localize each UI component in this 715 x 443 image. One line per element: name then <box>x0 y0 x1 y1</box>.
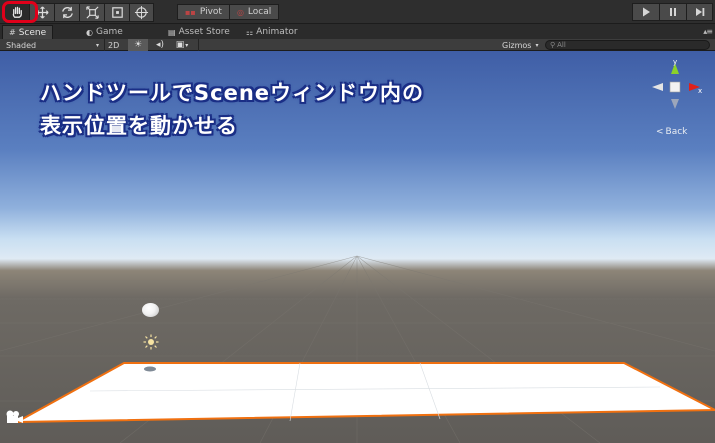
rotate-icon <box>61 6 73 19</box>
gizmo-x-label: x <box>698 87 703 95</box>
chevron-down-icon: ▾ <box>185 41 189 49</box>
rect-tool-button[interactable] <box>104 3 129 22</box>
step-button[interactable] <box>686 3 713 21</box>
divider <box>198 39 199 51</box>
editor-tabbar: # Scene ◐ Game ▤ Asset Store ⚏ Animator … <box>0 24 715 39</box>
audio-toggle[interactable]: ◂) <box>150 39 170 51</box>
pause-icon <box>670 8 676 16</box>
shading-mode-label: Shaded <box>6 40 37 50</box>
gizmo-y-label: y <box>673 58 678 66</box>
local-icon: ◎ <box>236 7 244 17</box>
transform-icon <box>134 5 149 20</box>
search-placeholder: All <box>557 41 566 49</box>
store-icon: ▤ <box>168 27 176 37</box>
image-icon: ▣ <box>175 40 185 50</box>
chevron-down-icon: ▾ <box>535 41 539 49</box>
tab-asset-store-label: Asset Store <box>178 27 230 37</box>
grid-icon: # <box>9 28 16 37</box>
lighting-toggle[interactable]: ☀ <box>128 39 148 51</box>
scene-orientation-gizmo[interactable] <box>648 59 704 115</box>
pivot-toggle[interactable]: ▪▪ Pivot <box>177 4 230 20</box>
pivot-controls: ▪▪ Pivot ◎ Local <box>177 4 280 20</box>
chevron-left-icon: < <box>656 127 664 137</box>
hand-tool-highlight <box>2 1 38 23</box>
local-label: Local <box>247 7 272 17</box>
main-toolbar: ▪▪ Pivot ◎ Local <box>0 0 715 24</box>
play-icon <box>643 7 650 17</box>
back-label: Back <box>665 127 688 137</box>
light-icon[interactable] <box>143 334 159 350</box>
tab-animator-label: Animator <box>256 27 298 37</box>
tab-scene-label: Scene <box>18 27 47 38</box>
scale-tool-button[interactable] <box>79 3 104 22</box>
effects-dropdown[interactable]: ▣ ▾ <box>172 39 192 51</box>
play-button[interactable] <box>632 3 659 21</box>
tab-menu-icon[interactable]: ▴≡ <box>703 27 713 36</box>
gizmos-dropdown[interactable]: Gizmos ▾ <box>502 39 539 51</box>
play-controls <box>632 3 713 21</box>
animator-icon: ⚏ <box>246 27 254 37</box>
local-toggle[interactable]: ◎ Local <box>229 4 280 20</box>
pivot-icon: ▪▪ <box>185 7 196 17</box>
tab-scene[interactable]: # Scene <box>2 25 54 39</box>
scale-icon <box>85 6 99 19</box>
back-view-button[interactable]: < Back <box>656 127 687 137</box>
chevron-down-icon: ▾ <box>95 41 99 49</box>
divider <box>104 39 105 51</box>
annotation-caption: ハンドツールでSceneウィンドウ内の 表示位置を動かせる <box>40 77 424 143</box>
rotate-tool-button[interactable] <box>54 3 79 22</box>
sun-icon: ☀ <box>133 40 143 50</box>
caption-line-1: ハンドツールでSceneウィンドウ内の <box>40 81 425 105</box>
tab-game-label: Game <box>95 27 123 37</box>
speaker-icon: ◂) <box>155 40 165 50</box>
tab-asset-store[interactable]: ▤ Asset Store <box>162 25 236 39</box>
pause-button[interactable] <box>659 3 686 21</box>
search-icon: ⚲ <box>550 41 556 49</box>
scene-controls-bar: Shaded ▾ 2D ☀ ◂) ▣ ▾ Gizmos ▾ ⚲ All <box>0 39 715 51</box>
caption-line-2: 表示位置を動かせる <box>40 114 238 138</box>
shading-mode-dropdown[interactable]: Shaded ▾ <box>6 39 101 51</box>
pacman-icon: ◐ <box>86 27 93 37</box>
mode-2d-toggle[interactable]: 2D <box>108 39 119 51</box>
mode-2d-label: 2D <box>108 40 120 50</box>
rect-icon <box>111 7 123 18</box>
camera-icon[interactable] <box>4 409 24 425</box>
sphere-object[interactable] <box>142 303 159 317</box>
pivot-label: Pivot <box>199 7 222 17</box>
tab-game[interactable]: ◐ Game <box>80 25 129 39</box>
tab-animator[interactable]: ⚏ Animator <box>240 25 304 39</box>
sphere-shadow <box>144 366 156 372</box>
transform-tool-button[interactable] <box>129 3 154 22</box>
ground-plane <box>16 362 715 423</box>
step-icon <box>695 8 704 16</box>
scene-viewport[interactable]: ハンドツールでSceneウィンドウ内の 表示位置を動かせる y x < Back <box>0 51 715 443</box>
gizmos-label: Gizmos <box>502 40 532 50</box>
hierarchy-search-input[interactable]: ⚲ All <box>545 40 710 50</box>
